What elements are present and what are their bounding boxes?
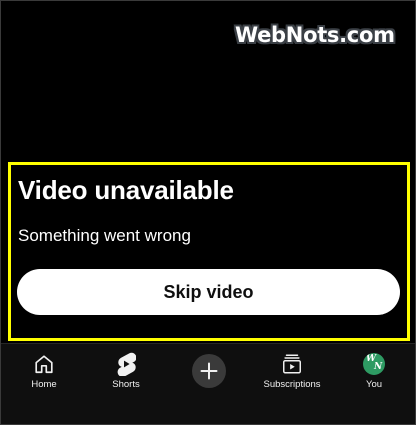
watermark-logo: WebNots.com bbox=[235, 23, 395, 47]
bottom-nav: Home Shorts Subscriptions W N You bbox=[1, 344, 415, 404]
nav-item-subscriptions[interactable]: Subscriptions bbox=[257, 344, 327, 404]
subscriptions-icon bbox=[281, 352, 303, 376]
skip-video-button[interactable]: Skip video bbox=[17, 269, 400, 315]
nav-label-home: Home bbox=[31, 379, 57, 390]
error-subtitle: Something went wrong bbox=[18, 226, 191, 245]
nav-label-shorts: Shorts bbox=[112, 379, 140, 390]
avatar-initial-2: N bbox=[374, 362, 383, 372]
nav-item-home[interactable]: Home bbox=[23, 344, 65, 404]
avatar: W N bbox=[363, 353, 385, 375]
nav-label-subscriptions: Subscriptions bbox=[263, 379, 321, 390]
home-icon bbox=[33, 352, 55, 376]
create-button[interactable] bbox=[192, 354, 226, 388]
error-title: Video unavailable bbox=[18, 175, 234, 205]
app-frame: WebNots.com Video unavailable Something … bbox=[0, 0, 416, 425]
shorts-icon bbox=[116, 352, 136, 376]
nav-item-shorts[interactable]: Shorts bbox=[104, 344, 148, 404]
nav-item-you[interactable]: W N You bbox=[356, 344, 392, 404]
plus-icon bbox=[200, 362, 218, 380]
skip-video-label: Skip video bbox=[163, 281, 254, 302]
nav-item-create[interactable] bbox=[187, 344, 231, 404]
avatar-wrapper: W N bbox=[363, 352, 385, 376]
bottom-safe-area bbox=[1, 404, 415, 424]
nav-label-you: You bbox=[365, 379, 383, 390]
